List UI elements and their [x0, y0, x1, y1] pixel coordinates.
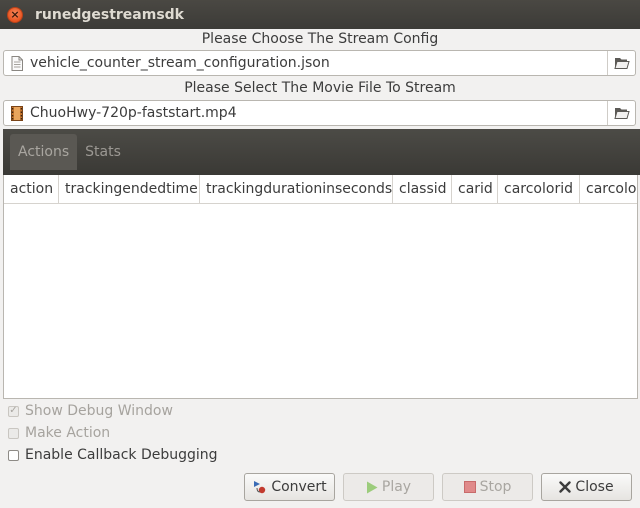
notebook-tabs: Actions Stats: [3, 129, 640, 175]
convert-button[interactable]: Convert: [244, 473, 335, 501]
column-header-action[interactable]: action: [4, 175, 59, 203]
window-title: runedgestreamsdk: [35, 6, 184, 23]
column-header-classid[interactable]: classid: [393, 175, 452, 203]
stop-button-label: Stop: [479, 479, 512, 495]
column-header-trackingdurationinseconds[interactable]: trackingdurationinseconds: [200, 175, 393, 203]
play-button[interactable]: Play: [343, 473, 434, 501]
actions-table[interactable]: action trackingendedtime trackingduratio…: [3, 175, 638, 399]
stop-icon: [463, 481, 476, 493]
movie-browse-icon[interactable]: [607, 101, 635, 125]
config-label: Please Choose The Stream Config: [201, 31, 439, 47]
convert-button-label: Convert: [271, 479, 327, 495]
show-debug-window-label: Show Debug Window: [25, 403, 173, 419]
close-x-icon: [559, 481, 572, 493]
checkmark-icon: ✓: [8, 405, 19, 417]
config-file-name: vehicle_counter_stream_configuration.jso…: [30, 55, 330, 71]
enable-callback-debugging-checkbox[interactable]: Enable Callback Debugging: [8, 447, 218, 463]
close-button[interactable]: Close: [541, 473, 632, 501]
make-action-checkbox[interactable]: Make Action: [8, 425, 110, 441]
tab-stats[interactable]: Stats: [77, 134, 129, 170]
stop-button[interactable]: Stop: [442, 473, 533, 501]
column-header-trackingendedtime[interactable]: trackingendedtime: [59, 175, 200, 203]
column-header-carcolo[interactable]: carcolo: [580, 175, 637, 203]
show-debug-window-checkbox[interactable]: ✓ Show Debug Window: [8, 403, 173, 419]
window-close-icon[interactable]: ×: [7, 6, 23, 23]
tab-actions[interactable]: Actions: [10, 134, 78, 170]
close-button-label: Close: [575, 479, 614, 495]
film-icon: [11, 105, 23, 121]
empty-checkbox-icon: [8, 427, 19, 439]
enable-callback-debugging-label: Enable Callback Debugging: [25, 447, 218, 463]
play-icon: [366, 481, 378, 494]
empty-checkbox-icon: [8, 449, 19, 461]
movie-file-chooser[interactable]: ChuoHwy-720p-faststart.mp4: [3, 100, 636, 126]
movie-file-name: ChuoHwy-720p-faststart.mp4: [30, 105, 237, 121]
title-bar: × runedgestreamsdk: [0, 0, 640, 29]
config-browse-icon[interactable]: [607, 51, 635, 75]
table-header: action trackingendedtime trackingduratio…: [4, 175, 637, 204]
play-button-label: Play: [381, 479, 412, 495]
column-header-carcolorid[interactable]: carcolorid: [498, 175, 580, 203]
text-file-icon: [11, 55, 23, 71]
make-action-label: Make Action: [25, 425, 111, 441]
column-header-carid[interactable]: carid: [452, 175, 498, 203]
movie-label: Please Select The Movie File To Stream: [184, 80, 456, 96]
convert-icon: [252, 480, 267, 494]
config-file-chooser[interactable]: vehicle_counter_stream_configuration.jso…: [3, 50, 636, 76]
